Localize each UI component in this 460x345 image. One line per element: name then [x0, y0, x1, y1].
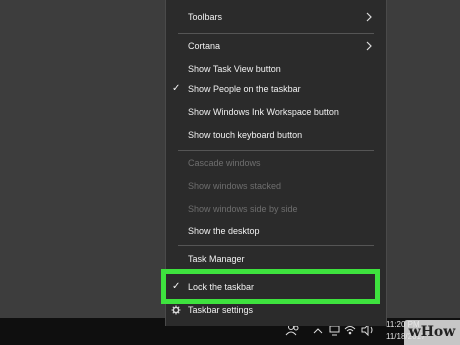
menu-item-label: Cortana — [188, 41, 221, 51]
menu-item-label: Show Task View button — [188, 64, 281, 74]
network-icon — [329, 325, 340, 336]
menu-item-show-windows-side-by-side: Show windows side by side — [166, 198, 386, 220]
menu-item-show-windows-stacked: Show windows stacked — [166, 175, 386, 197]
menu-item-label: Show windows stacked — [188, 181, 282, 191]
menu-item-label: Show the desktop — [188, 226, 260, 236]
menu-separator — [178, 33, 374, 34]
menu-item-label: Task Manager — [188, 254, 245, 264]
wifi-icon — [344, 326, 356, 335]
checkmark-icon: ✓ — [172, 83, 181, 94]
menu-separator — [178, 150, 374, 151]
menu-item-show-ink-workspace[interactable]: Show Windows Ink Workspace button — [166, 101, 386, 123]
chevron-right-icon — [366, 12, 372, 22]
menu-item-task-manager[interactable]: Task Manager — [166, 248, 386, 270]
menu-item-label: Cascade windows — [188, 158, 261, 168]
menu-item-show-task-view-button[interactable]: Show Task View button — [166, 58, 386, 80]
menu-item-toolbars[interactable]: Toolbars — [166, 6, 386, 28]
menu-item-label: Show windows side by side — [188, 204, 298, 214]
menu-item-show-touch-keyboard[interactable]: Show touch keyboard button — [166, 124, 386, 146]
menu-item-label: Toolbars — [188, 12, 223, 22]
screen: 11:20 PM 11/18/2017 Toolbars Cortana Sho… — [0, 0, 460, 345]
menu-separator — [178, 245, 374, 246]
menu-item-cascade-windows: Cascade windows — [166, 152, 386, 174]
menu-item-show-desktop[interactable]: Show the desktop — [166, 220, 386, 242]
volume-icon — [361, 323, 373, 337]
menu-item-show-people[interactable]: ✓ Show People on the taskbar — [166, 78, 386, 100]
watermark: wHow — [404, 320, 460, 345]
menu-item-label: Show touch keyboard button — [188, 130, 303, 140]
menu-item-label: Show Windows Ink Workspace button — [188, 107, 339, 117]
chevron-right-icon — [366, 41, 372, 51]
menu-item-label: Show People on the taskbar — [188, 84, 301, 94]
gear-icon — [171, 305, 181, 315]
highlight-box — [161, 269, 380, 304]
menu-item-cortana[interactable]: Cortana — [166, 35, 386, 57]
people-icon — [285, 324, 299, 336]
chevron-up-icon — [313, 328, 323, 334]
